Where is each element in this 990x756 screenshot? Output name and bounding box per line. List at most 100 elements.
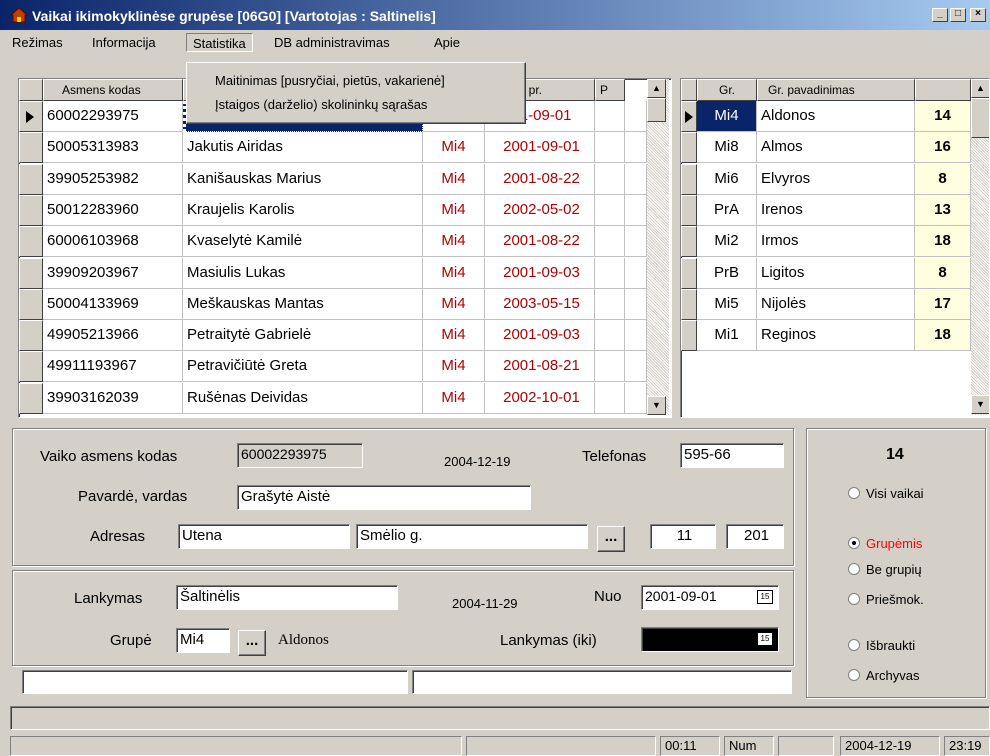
row-indicator[interactable] bbox=[19, 320, 43, 352]
cell-group[interactable]: Mi4 bbox=[423, 288, 485, 320]
filter-radio-4[interactable]: Išbraukti bbox=[848, 638, 915, 653]
scroll-thumb[interactable] bbox=[971, 98, 989, 138]
radio-button-icon[interactable] bbox=[848, 593, 860, 605]
group-cell-code[interactable]: PrA bbox=[697, 194, 757, 226]
menu-item-skolininkai[interactable]: Įstaigos (darželio) skolininkų sąrašas bbox=[215, 97, 427, 112]
cell-date[interactable]: 2001-08-22 bbox=[485, 163, 595, 195]
group-cell-count[interactable]: 18 bbox=[915, 320, 971, 352]
group-cell-code[interactable]: Mi5 bbox=[697, 288, 757, 320]
filter-radio-0[interactable]: Visi vaikai bbox=[848, 486, 924, 501]
phone-field[interactable]: 595-66 bbox=[680, 443, 784, 468]
cell-empty[interactable] bbox=[625, 194, 647, 226]
group-cell-count[interactable]: 17 bbox=[915, 288, 971, 320]
cell-group[interactable]: Mi4 bbox=[423, 351, 485, 383]
cell-date[interactable]: 2001-09-03 bbox=[485, 320, 595, 352]
cell-date[interactable]: 2002-10-01 bbox=[485, 382, 595, 414]
calendar-icon[interactable]: 15 bbox=[757, 590, 773, 604]
menu-rezimas[interactable]: Režimas bbox=[6, 33, 69, 52]
cell-empty[interactable] bbox=[595, 226, 625, 258]
menu-statistika[interactable]: Statistika bbox=[186, 33, 253, 52]
attendance-field[interactable]: Šaltinėlis bbox=[176, 585, 398, 610]
scroll-up-button[interactable]: ▲ bbox=[971, 79, 989, 98]
radio-button-icon[interactable] bbox=[848, 669, 860, 681]
filter-radio-3[interactable]: Priešmok. bbox=[848, 592, 924, 607]
row-indicator[interactable] bbox=[681, 226, 697, 258]
city-field[interactable]: Utena bbox=[178, 524, 350, 549]
row-indicator[interactable] bbox=[681, 257, 697, 289]
cell-name[interactable]: Masiulis Lukas bbox=[183, 257, 423, 289]
children-scrollbar[interactable] bbox=[647, 79, 669, 415]
cell-empty[interactable] bbox=[625, 226, 647, 258]
group-cell-code[interactable]: Mi1 bbox=[697, 320, 757, 352]
group-cell-name[interactable]: Almos bbox=[757, 132, 915, 164]
header-p[interactable]: P bbox=[595, 79, 625, 101]
cell-date[interactable]: 2001-08-22 bbox=[485, 226, 595, 258]
row-indicator[interactable] bbox=[681, 132, 697, 164]
cell-empty[interactable] bbox=[625, 351, 647, 383]
cell-date[interactable]: 2001-09-01 bbox=[485, 132, 595, 164]
row-indicator[interactable] bbox=[19, 132, 43, 164]
cell-empty[interactable] bbox=[595, 163, 625, 195]
note-field-2[interactable] bbox=[412, 670, 792, 694]
cell-empty[interactable] bbox=[595, 288, 625, 320]
group-cell-name[interactable]: Reginos bbox=[757, 320, 915, 352]
street-field[interactable]: Smėlio g. bbox=[356, 524, 588, 549]
cell-empty[interactable] bbox=[595, 351, 625, 383]
group-cell-name[interactable]: Irenos bbox=[757, 194, 915, 226]
cell-empty[interactable] bbox=[595, 194, 625, 226]
menu-informacija[interactable]: Informacija bbox=[86, 33, 162, 52]
cell-date[interactable]: 2002-05-02 bbox=[485, 194, 595, 226]
cell-name[interactable]: Petraitytė Gabrielė bbox=[183, 320, 423, 352]
group-cell-count[interactable]: 13 bbox=[915, 194, 971, 226]
group-cell-count[interactable]: 8 bbox=[915, 163, 971, 195]
cell-empty[interactable] bbox=[595, 320, 625, 352]
cell-date[interactable]: 2003-05-15 bbox=[485, 288, 595, 320]
group-cell-name[interactable]: Aldonos bbox=[757, 101, 915, 132]
group-cell-count[interactable]: 18 bbox=[915, 226, 971, 258]
radio-button-icon[interactable] bbox=[848, 537, 860, 549]
cell-code[interactable]: 50005313983 bbox=[43, 132, 183, 164]
group-cell-name[interactable]: Elvyros bbox=[757, 163, 915, 195]
cell-name[interactable]: Kraujelis Karolis bbox=[183, 194, 423, 226]
cell-name[interactable]: Kvaselytė Kamilė bbox=[183, 226, 423, 258]
cell-group[interactable]: Mi4 bbox=[423, 226, 485, 258]
cell-name[interactable]: Meškauskas Mantas bbox=[183, 288, 423, 320]
row-indicator[interactable] bbox=[681, 163, 697, 195]
cell-code[interactable]: 60002293975 bbox=[43, 101, 183, 132]
cell-group[interactable]: Mi4 bbox=[423, 132, 485, 164]
header-gr[interactable]: Gr. bbox=[697, 79, 757, 101]
filter-radio-5[interactable]: Archyvas bbox=[848, 668, 919, 683]
cell-name[interactable]: Kanišauskas Marius bbox=[183, 163, 423, 195]
minimize-button[interactable]: _ bbox=[932, 8, 948, 22]
cell-code[interactable]: 50012283960 bbox=[43, 194, 183, 226]
menu-item-maitinimas[interactable]: Maitinimas [pusryčiai, pietūs, vakarienė… bbox=[215, 73, 445, 88]
cell-code[interactable]: 60006103968 bbox=[43, 226, 183, 258]
row-indicator[interactable] bbox=[19, 101, 43, 132]
header-count[interactable] bbox=[915, 79, 971, 101]
cell-empty[interactable] bbox=[625, 320, 647, 352]
group-cell-name[interactable]: Irmos bbox=[757, 226, 915, 258]
group-cell-name[interactable]: Nijolės bbox=[757, 288, 915, 320]
group-field[interactable]: Mi4 bbox=[176, 628, 230, 653]
row-indicator[interactable] bbox=[19, 351, 43, 383]
group-cell-code[interactable]: Mi6 bbox=[697, 163, 757, 195]
cell-empty[interactable] bbox=[625, 257, 647, 289]
group-cell-count[interactable]: 14 bbox=[915, 101, 971, 132]
cell-empty[interactable] bbox=[625, 101, 647, 132]
cell-group[interactable]: Mi4 bbox=[423, 382, 485, 414]
address-lookup-button[interactable]: ... bbox=[597, 526, 625, 552]
radio-button-icon[interactable] bbox=[848, 563, 860, 575]
row-indicator[interactable] bbox=[681, 320, 697, 352]
cell-code[interactable]: 49911193967 bbox=[43, 351, 183, 383]
cell-name[interactable]: Jakutis Airidas bbox=[183, 132, 423, 164]
filter-radio-1[interactable]: Grupėmis bbox=[848, 536, 922, 551]
close-button[interactable]: × bbox=[970, 8, 986, 22]
group-cell-code[interactable]: Mi2 bbox=[697, 226, 757, 258]
calendar-icon[interactable]: 15 bbox=[757, 632, 773, 646]
group-cell-code[interactable]: PrB bbox=[697, 257, 757, 289]
cell-code[interactable]: 49905213966 bbox=[43, 320, 183, 352]
row-indicator[interactable] bbox=[19, 257, 43, 289]
cell-code[interactable]: 39903162039 bbox=[43, 382, 183, 414]
row-indicator[interactable] bbox=[681, 101, 697, 132]
cell-empty[interactable] bbox=[625, 288, 647, 320]
